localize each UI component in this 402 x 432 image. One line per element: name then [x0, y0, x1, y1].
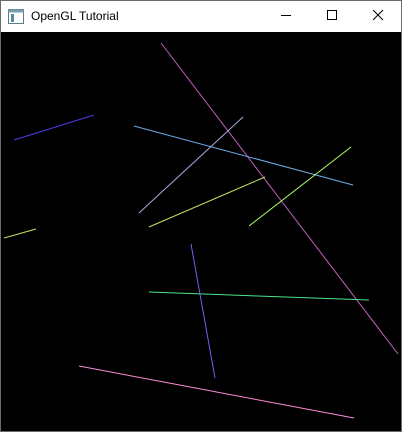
render-line — [190, 243, 216, 379]
maximize-icon — [326, 8, 338, 26]
minimize-icon — [280, 8, 292, 26]
app-window: OpenGL Tutorial — [0, 0, 402, 432]
maximize-button[interactable] — [309, 1, 355, 32]
render-line — [13, 114, 95, 141]
window-title: OpenGL Tutorial — [31, 9, 119, 23]
close-button[interactable] — [355, 1, 401, 32]
opengl-render-surface — [3, 42, 399, 419]
render-line — [148, 291, 370, 301]
render-line — [3, 228, 37, 239]
title-bar[interactable]: OpenGL Tutorial — [1, 1, 401, 32]
render-line — [160, 42, 399, 355]
render-line — [248, 146, 352, 227]
render-line — [148, 176, 266, 228]
minimize-button[interactable] — [263, 1, 309, 32]
opengl-app-icon — [8, 9, 24, 24]
render-line — [133, 125, 354, 186]
opengl-canvas[interactable] — [1, 32, 401, 431]
close-icon — [372, 8, 384, 26]
render-line — [78, 365, 355, 419]
